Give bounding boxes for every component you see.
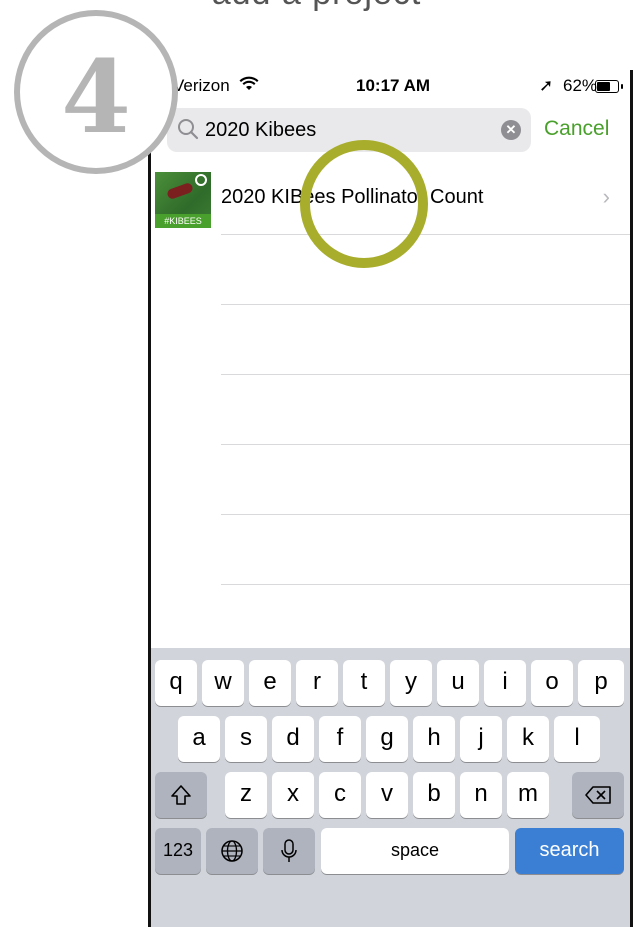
key-u[interactable]: u: [437, 660, 479, 706]
divider: [221, 444, 630, 445]
location-arrow-icon: ➚: [539, 76, 554, 95]
key-x[interactable]: x: [272, 772, 314, 818]
key-i[interactable]: i: [484, 660, 526, 706]
seal-icon: [195, 174, 207, 186]
status-bar: Verizon 10:17 AM ➚ 62%: [151, 70, 630, 104]
search-icon: [177, 118, 199, 145]
clear-icon[interactable]: ✕: [501, 120, 521, 140]
chevron-right-icon: ›: [602, 184, 610, 209]
key-c[interactable]: c: [319, 772, 361, 818]
divider: [221, 374, 630, 375]
backspace-key[interactable]: [572, 772, 624, 818]
key-j[interactable]: j: [460, 716, 502, 762]
shift-icon: [171, 784, 191, 805]
key-l[interactable]: l: [554, 716, 600, 762]
key-r[interactable]: r: [296, 660, 338, 706]
keyboard: q w e r t y u i o p a s d f g h j k l z …: [151, 648, 630, 927]
divider: [221, 234, 630, 235]
divider: [221, 304, 630, 305]
key-q[interactable]: q: [155, 660, 197, 706]
key-k[interactable]: k: [507, 716, 549, 762]
key-f[interactable]: f: [319, 716, 361, 762]
backspace-icon: [585, 785, 611, 804]
key-b[interactable]: b: [413, 772, 455, 818]
globe-icon: [221, 839, 243, 862]
globe-key[interactable]: [206, 828, 258, 874]
thumbnail-tag: #KIBEES: [155, 214, 211, 228]
key-v[interactable]: v: [366, 772, 408, 818]
wifi-icon: [239, 76, 259, 97]
search-input[interactable]: [205, 116, 495, 144]
key-e[interactable]: e: [249, 660, 291, 706]
key-d[interactable]: d: [272, 716, 314, 762]
shift-key[interactable]: [155, 772, 207, 818]
key-w[interactable]: w: [202, 660, 244, 706]
search-key[interactable]: search: [515, 828, 624, 874]
clock: 10:17 AM: [356, 76, 431, 95]
space-key[interactable]: space: [321, 828, 509, 874]
microphone-key[interactable]: [263, 828, 315, 874]
step-number: 4: [61, 38, 131, 156]
key-o[interactable]: o: [531, 660, 573, 706]
key-p[interactable]: p: [578, 660, 624, 706]
step-badge: 4: [14, 10, 178, 174]
battery-icon: [595, 80, 623, 93]
cancel-button[interactable]: Cancel: [544, 117, 609, 141]
key-t[interactable]: t: [343, 660, 385, 706]
numbers-key[interactable]: 123: [155, 828, 201, 874]
key-a[interactable]: a: [178, 716, 220, 762]
battery-percent: 62%: [563, 76, 598, 95]
highlight-circle: [300, 140, 428, 268]
beetle-image: [166, 181, 194, 201]
divider: [221, 584, 630, 585]
carrier-label: Verizon: [173, 76, 230, 95]
key-y[interactable]: y: [390, 660, 432, 706]
key-s[interactable]: s: [225, 716, 267, 762]
project-thumbnail: #KIBEES: [155, 172, 211, 228]
key-n[interactable]: n: [460, 772, 502, 818]
key-h[interactable]: h: [413, 716, 455, 762]
divider: [221, 514, 630, 515]
microphone-icon: [281, 838, 297, 862]
key-m[interactable]: m: [507, 772, 549, 818]
key-g[interactable]: g: [366, 716, 408, 762]
key-z[interactable]: z: [225, 772, 267, 818]
